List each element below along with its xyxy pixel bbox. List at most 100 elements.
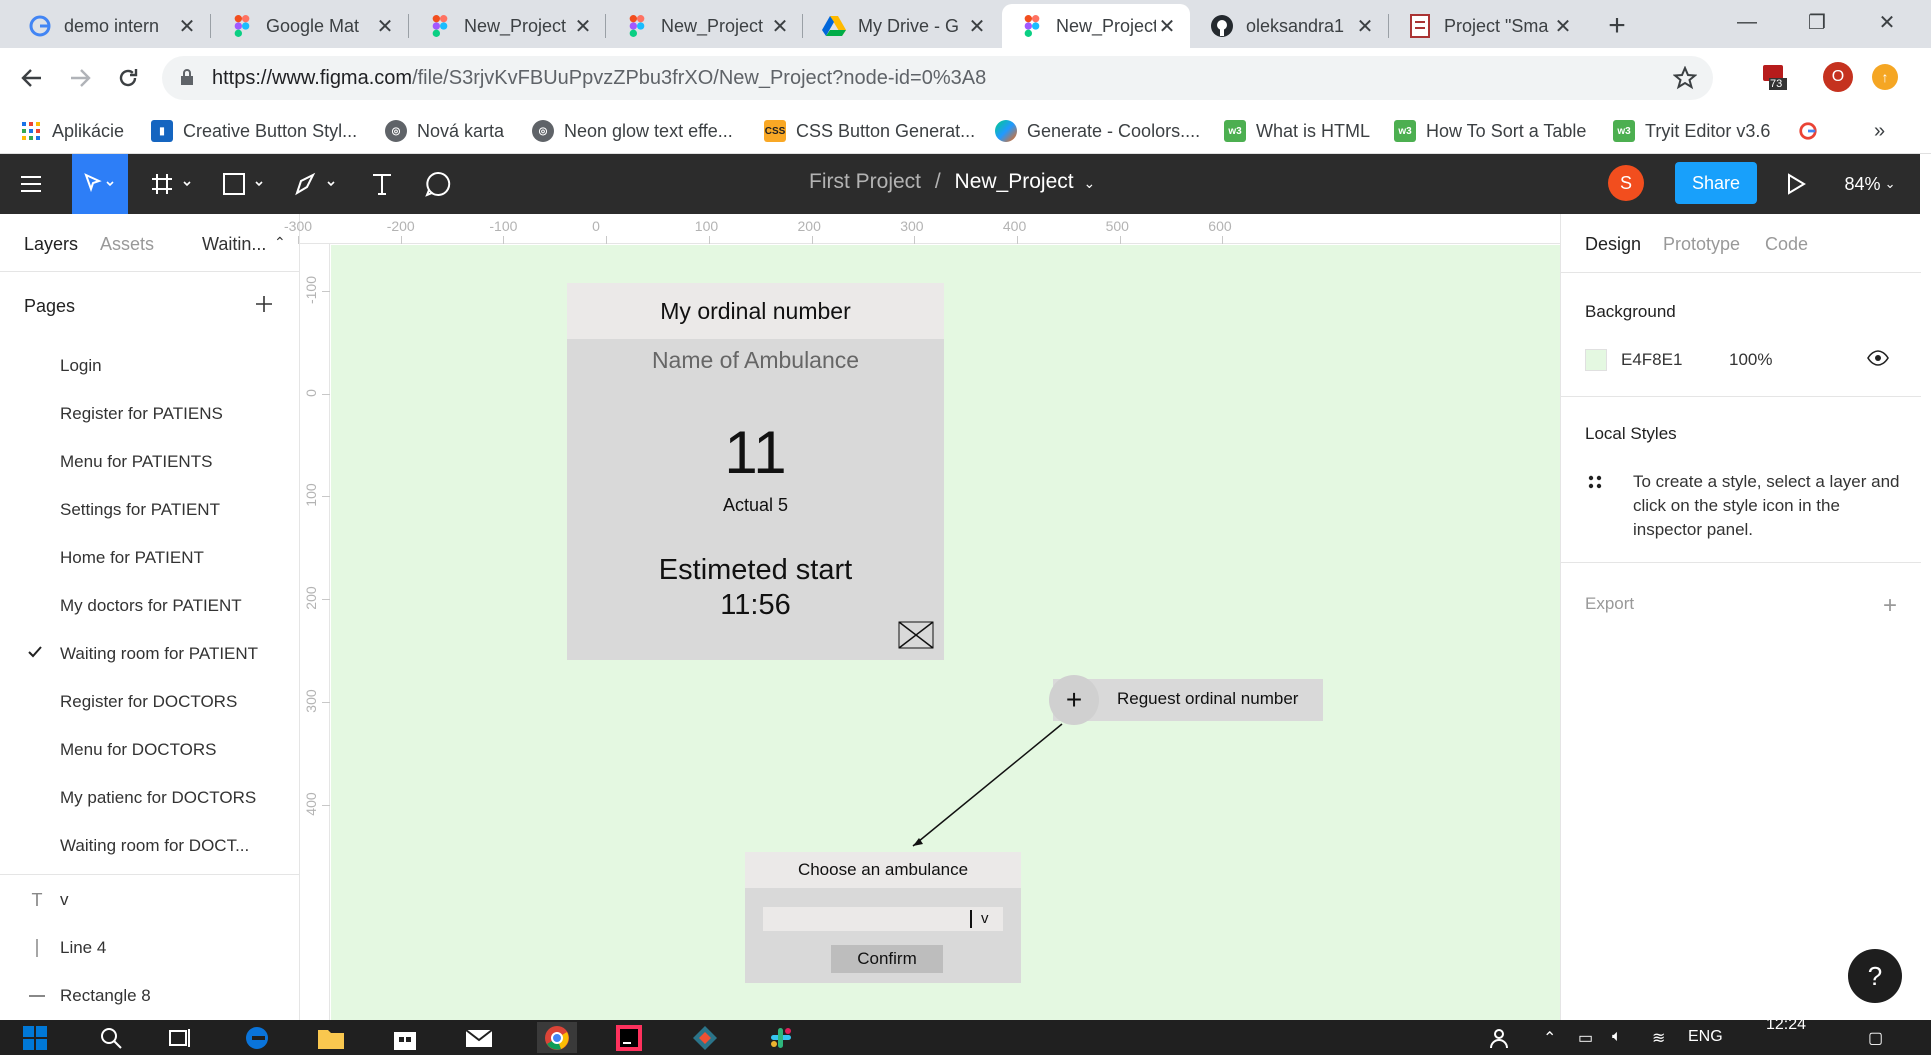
browser-tab[interactable]: oleksandra1 ✕	[1192, 4, 1388, 48]
bookmark-google[interactable]	[1797, 118, 1829, 144]
close-tab-icon[interactable]: ✕	[1552, 15, 1574, 38]
close-tab-icon[interactable]: ✕	[374, 15, 396, 38]
design-canvas[interactable]: My ordinal number Name of Ambulance 11 A…	[331, 245, 1560, 1020]
new-tab-button[interactable]: +	[1601, 9, 1633, 42]
background-opacity-input[interactable]: 100%	[1729, 350, 1772, 370]
more-bookmarks-icon[interactable]: »	[1874, 118, 1885, 144]
bookmark-item[interactable]: w3 What is HTML	[1224, 118, 1370, 144]
request-ordinal-number-button[interactable]: + Reguest ordinal number	[1049, 675, 1323, 725]
clock[interactable]: 12:24	[1766, 1016, 1806, 1034]
page-item[interactable]: Waiting room for PATIENT	[0, 630, 298, 678]
restore-window-button[interactable]: ❐	[1782, 0, 1852, 44]
file-explorer-icon[interactable]	[314, 1022, 348, 1053]
close-tab-icon[interactable]: ✕	[572, 15, 594, 38]
main-menu-button[interactable]	[14, 168, 48, 200]
browser-tab-active[interactable]: New_Project ✕	[1002, 4, 1190, 48]
wifi-icon[interactable]: ≋	[1652, 1028, 1665, 1048]
browser-tab[interactable]: Google Mat ✕	[212, 4, 408, 48]
bookmark-star-icon[interactable]	[1673, 66, 1697, 90]
bookmark-item[interactable]: Generate - Coolors....	[995, 118, 1200, 144]
page-switcher[interactable]: Waitin...	[202, 234, 266, 255]
choose-ambulance-dialog[interactable]: Choose an ambulance v Confirm	[745, 852, 1021, 983]
browser-tab[interactable]: Project "Sma ✕	[1390, 4, 1586, 48]
chevron-down-icon[interactable]: ⌄	[1083, 175, 1095, 191]
frame-tool-button[interactable]	[148, 168, 198, 200]
tab-assets[interactable]: Assets	[100, 234, 154, 255]
task-view-icon[interactable]	[162, 1022, 196, 1053]
present-button[interactable]	[1780, 168, 1812, 200]
breadcrumb[interactable]: First Project / New_Project ⌄	[809, 170, 1095, 194]
tab-code[interactable]: Code	[1765, 234, 1808, 255]
battery-icon[interactable]: ▭	[1578, 1028, 1593, 1048]
background-color-swatch[interactable]	[1585, 349, 1607, 371]
page-item[interactable]: Menu for DOCTORS	[0, 726, 298, 774]
browser-tab[interactable]: New_Project ✕	[410, 4, 606, 48]
extension-icon[interactable]: 73	[1758, 62, 1788, 92]
chrome-icon[interactable]	[537, 1022, 577, 1053]
minimize-window-button[interactable]: —	[1712, 0, 1782, 44]
profile-avatar[interactable]: O	[1823, 62, 1853, 92]
layer-row[interactable]: Rectangle 8	[0, 972, 298, 1020]
zoom-control[interactable]: 84% ⌄	[1840, 168, 1900, 200]
close-tab-icon[interactable]: ✕	[176, 15, 198, 38]
close-window-button[interactable]: ✕	[1852, 0, 1922, 44]
tab-prototype[interactable]: Prototype	[1663, 234, 1740, 255]
page-item[interactable]: Register for DOCTORS	[0, 678, 298, 726]
forward-button[interactable]	[64, 62, 96, 94]
eye-icon[interactable]	[1867, 350, 1889, 366]
add-page-button[interactable]	[252, 292, 276, 316]
close-tab-icon[interactable]: ✕	[966, 15, 988, 38]
slack-icon[interactable]	[764, 1022, 798, 1053]
page-item[interactable]: Home for PATIENT	[0, 534, 298, 582]
bookmark-apps[interactable]: Aplikácie	[20, 118, 124, 144]
share-button[interactable]: Share	[1675, 162, 1757, 204]
ordinal-number-card[interactable]: My ordinal number Name of Ambulance 11 A…	[567, 283, 944, 660]
background-hex-input[interactable]: E4F8E1	[1621, 350, 1682, 370]
back-button[interactable]	[16, 62, 48, 94]
user-avatar[interactable]: S	[1608, 165, 1644, 201]
notification-icon[interactable]: ▢	[1868, 1028, 1883, 1048]
edge-icon[interactable]	[240, 1022, 274, 1053]
ambulance-select[interactable]: v	[763, 907, 1003, 931]
page-item[interactable]: Settings for PATIENT	[0, 486, 298, 534]
close-tab-icon[interactable]: ✕	[1156, 15, 1178, 38]
close-tab-icon[interactable]: ✕	[1354, 15, 1376, 38]
bookmark-item[interactable]: ◎ Nová karta	[385, 118, 504, 144]
add-export-button[interactable]: +	[1883, 592, 1897, 620]
language-indicator[interactable]: ENG	[1688, 1028, 1723, 1046]
update-icon[interactable]: ↑	[1872, 64, 1898, 90]
browser-tab[interactable]: New_Project ✕	[607, 4, 803, 48]
tab-design[interactable]: Design	[1585, 234, 1641, 255]
file-name[interactable]: New_Project	[955, 170, 1074, 193]
close-tab-icon[interactable]: ✕	[769, 15, 791, 38]
reload-button[interactable]	[112, 62, 144, 94]
bookmark-item[interactable]: w3 Tryit Editor v3.6	[1613, 118, 1770, 144]
pen-tool-button[interactable]	[292, 168, 342, 200]
project-name[interactable]: First Project	[809, 170, 921, 193]
layer-row[interactable]: T v	[0, 876, 298, 924]
tab-layers[interactable]: Layers	[24, 234, 78, 255]
volume-icon[interactable]: 🔈︎	[1612, 1028, 1622, 1046]
comment-tool-button[interactable]	[420, 168, 456, 200]
intellij-icon[interactable]	[612, 1022, 646, 1053]
store-icon[interactable]	[388, 1022, 422, 1053]
browser-tab[interactable]: My Drive - G ✕	[804, 4, 1000, 48]
page-item[interactable]: My doctors for PATIENT	[0, 582, 298, 630]
mail-icon[interactable]	[462, 1022, 496, 1053]
page-item[interactable]: Login	[0, 342, 298, 390]
git-tool-icon[interactable]	[688, 1022, 722, 1053]
tray-chevron-icon[interactable]: ⌃	[1543, 1028, 1556, 1048]
bookmark-item[interactable]: w3 How To Sort a Table	[1394, 118, 1586, 144]
people-icon[interactable]	[1482, 1022, 1516, 1053]
confirm-button[interactable]: Confirm	[831, 945, 943, 973]
search-icon[interactable]	[94, 1022, 128, 1053]
page-item[interactable]: Register for PATIENS	[0, 390, 298, 438]
page-item[interactable]: Menu for PATIENTS	[0, 438, 298, 486]
close-icon[interactable]	[898, 621, 934, 649]
bookmark-item[interactable]: ▮ Creative Button Styl...	[151, 118, 357, 144]
windows-start-icon[interactable]	[18, 1022, 52, 1053]
bookmark-item[interactable]: ◎ Neon glow text effe...	[532, 118, 733, 144]
layer-row[interactable]: Line 4	[0, 924, 298, 972]
page-item[interactable]: Waiting room for DOCT...	[0, 822, 298, 870]
page-item[interactable]: My patienc for DOCTORS	[0, 774, 298, 822]
